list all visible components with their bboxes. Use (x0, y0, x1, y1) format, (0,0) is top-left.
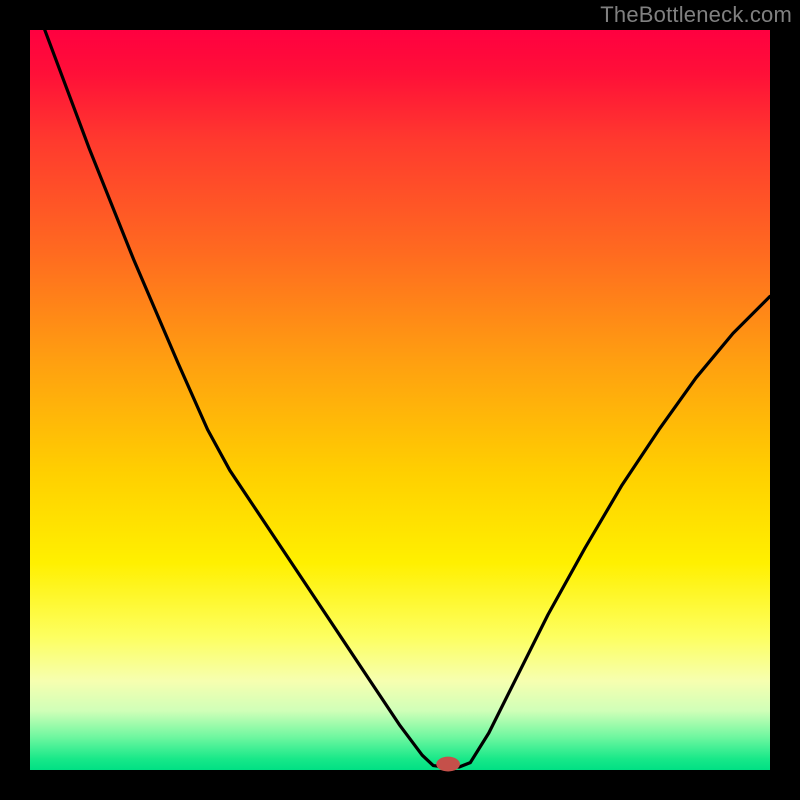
chart-svg (0, 0, 800, 800)
chart-stage: TheBottleneck.com (0, 0, 800, 800)
watermark-text: TheBottleneck.com (600, 2, 792, 28)
plot-area (30, 30, 770, 770)
minimum-marker (436, 757, 460, 772)
